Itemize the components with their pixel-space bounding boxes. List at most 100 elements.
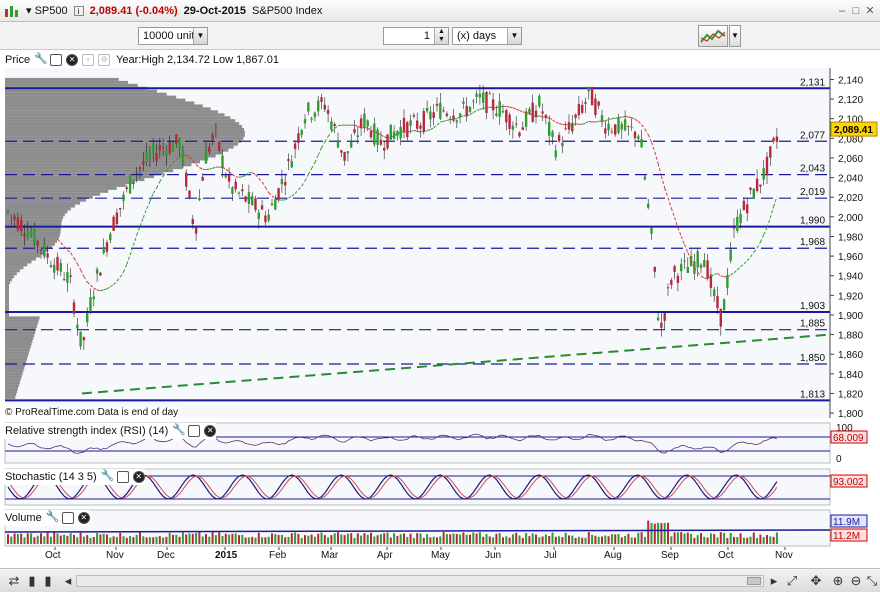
candle-body — [194, 227, 198, 234]
instrument-name: S&P500 Index — [252, 4, 323, 17]
candle-body — [330, 121, 333, 130]
profile-bar — [5, 357, 27, 361]
candle-body — [419, 125, 422, 129]
wrench-icon[interactable]: 🔧 — [34, 54, 48, 66]
volume-bar — [340, 534, 343, 544]
period-unit-select[interactable]: (x) days ▼ — [452, 27, 522, 45]
chart-settings-icon[interactable]: ⇄ — [6, 573, 22, 589]
close-icon[interactable]: ✕ — [132, 471, 145, 483]
volume-bar — [284, 537, 287, 544]
price-chart[interactable]: 2,131 2,077 2,043 2,019 1,990 1,968 1,903 1,885… — [0, 50, 880, 568]
volume-bar — [234, 533, 237, 544]
x-tick-label: May — [431, 550, 450, 561]
close-icon[interactable]: ✕ — [66, 54, 79, 66]
volume-bar — [86, 535, 89, 544]
volume-bar — [650, 522, 653, 544]
chart-type-dropdown[interactable]: ▼ — [729, 25, 741, 47]
volume-bar — [165, 536, 168, 544]
volume-bar — [459, 534, 462, 544]
profile-bar — [5, 266, 24, 270]
candle-body — [676, 275, 680, 283]
chart-type-button[interactable] — [698, 25, 728, 47]
volume-bar — [521, 537, 524, 544]
wrench-icon[interactable]: 🔧 — [100, 471, 114, 483]
candles-icon[interactable]: ▮ — [24, 573, 40, 589]
add-icon[interactable]: + — [82, 54, 95, 66]
candle-body — [432, 112, 435, 118]
volume-bar — [30, 533, 33, 544]
candle-body — [696, 250, 699, 268]
indicator-icon[interactable]: ▮ — [40, 573, 56, 589]
info-icon[interactable]: i — [73, 5, 84, 16]
volume-bar — [63, 534, 66, 544]
candle-body — [752, 188, 755, 199]
close-icon[interactable]: ✕ — [77, 512, 90, 524]
volume-bar — [119, 532, 122, 544]
stepper-icon[interactable]: ▲ ▼ — [434, 28, 448, 44]
zoom-in-icon[interactable]: ⊕ — [830, 573, 846, 589]
candle-body — [171, 144, 175, 152]
scroll-left-icon[interactable]: ◂ — [60, 573, 76, 589]
profile-bar — [5, 183, 126, 187]
candle-body — [462, 101, 465, 104]
volume-bar — [178, 536, 181, 544]
volume-bar — [769, 536, 772, 544]
window-icon[interactable] — [188, 425, 201, 437]
volume-bar — [142, 536, 145, 544]
profile-bar — [5, 369, 24, 373]
candle-body — [491, 99, 495, 111]
volume-bar — [601, 536, 603, 544]
close-icon[interactable]: ✕ — [204, 425, 217, 437]
chevron-down-icon[interactable]: ▼ — [507, 28, 521, 44]
profile-bar — [5, 119, 236, 123]
scrollbar-thumb[interactable] — [747, 577, 761, 585]
volume-bar — [53, 532, 56, 544]
profile-bar — [5, 251, 45, 255]
volume-bar — [172, 534, 174, 544]
chart-app-icon[interactable] — [4, 4, 20, 18]
candle-body — [313, 112, 317, 118]
units-select[interactable]: 10000 units ▼ — [138, 27, 208, 45]
volume-bar — [396, 535, 399, 544]
window-icon[interactable] — [61, 512, 74, 524]
candle-body — [369, 131, 373, 138]
wrench-icon[interactable]: 🔧 — [45, 512, 59, 524]
settings-icon[interactable]: ⚙ — [98, 54, 111, 66]
window-icon[interactable] — [116, 471, 129, 483]
maximize-icon[interactable]: □ — [850, 5, 862, 17]
zoom-out-icon[interactable]: ⊖ — [848, 573, 864, 589]
y-tick-label: 1,800 — [838, 409, 863, 420]
fit-icon[interactable]: ⤡ — [864, 573, 880, 589]
window-icon[interactable] — [50, 54, 63, 66]
symbol-dropdown[interactable]: ▾ SP500 — [26, 4, 68, 17]
close-window-icon[interactable]: ✕ — [864, 5, 876, 17]
chart-area[interactable]: 2,131 2,077 2,043 2,019 1,990 1,968 1,903 1,885… — [0, 50, 880, 568]
volume-panel-header: Volume 🔧 ✕ — [0, 510, 90, 526]
volume-bar — [46, 532, 49, 544]
volume-bar — [587, 532, 590, 544]
volume-bar — [185, 534, 188, 544]
minimize-icon[interactable]: – — [836, 5, 848, 17]
chevron-down-icon[interactable]: ▼ — [193, 28, 207, 44]
candle-body — [336, 140, 340, 148]
volume-bar — [112, 536, 115, 544]
pan-icon[interactable]: ✥ — [808, 573, 824, 589]
candle-body — [683, 260, 686, 262]
candle-body — [86, 313, 89, 323]
volume-bar — [224, 533, 227, 544]
profile-bar — [5, 254, 41, 258]
candle-body — [29, 231, 33, 235]
stoch-value: 93.002 — [833, 477, 864, 488]
candle-body — [425, 107, 429, 112]
x-tick-label: Jul — [544, 550, 557, 561]
period-count-stepper[interactable]: 1 ▲ ▼ — [383, 27, 449, 45]
candle-body — [6, 210, 10, 213]
scroll-right-icon[interactable]: ▸ — [766, 573, 782, 589]
volume-bar — [581, 537, 584, 544]
scrollbar[interactable] — [76, 575, 764, 587]
profile-bar — [5, 390, 18, 394]
zoom-fit-icon[interactable]: ⤢ — [784, 573, 800, 589]
profile-bar — [5, 192, 101, 196]
profile-bar — [5, 110, 218, 114]
wrench-icon[interactable]: 🔧 — [172, 425, 186, 437]
